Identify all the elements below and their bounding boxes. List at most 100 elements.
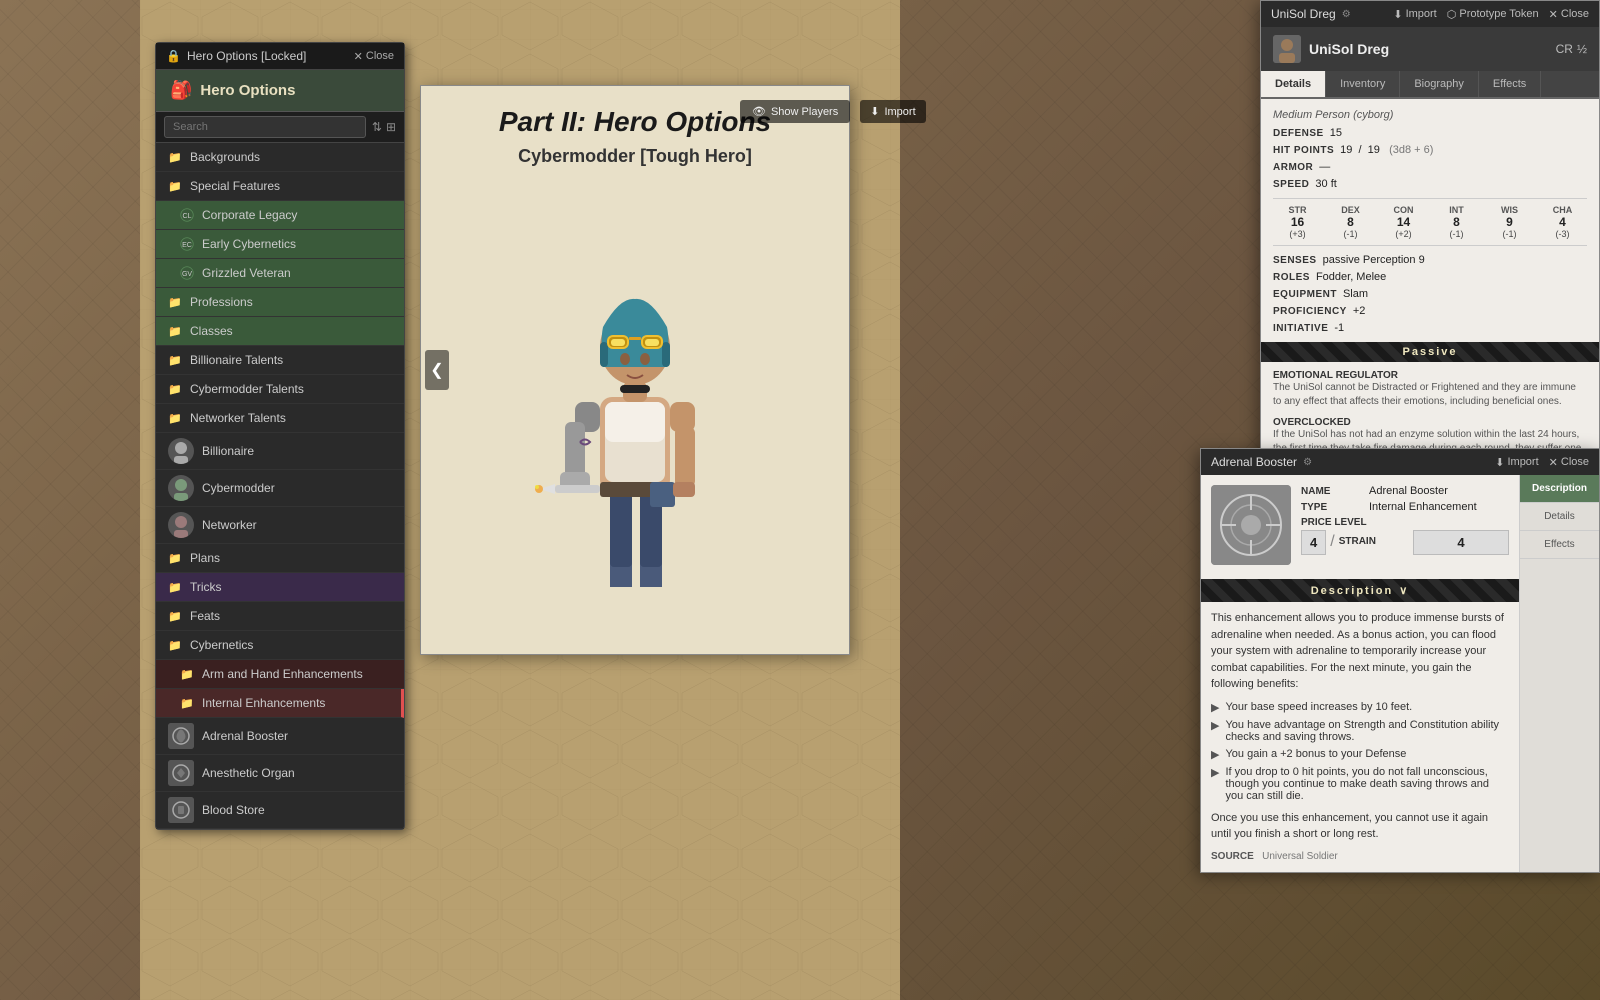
unisol-import-button[interactable]: ⬇ Import [1393, 8, 1436, 21]
trait-emotional-regulator: EMOTIONAL REGULATOR The UniSol cannot be… [1273, 370, 1587, 409]
backgrounds-label: Backgrounds [190, 150, 260, 164]
sidebar-item-networker-talents[interactable]: 📁 Networker Talents [156, 404, 404, 433]
unisol-title-left: UniSol Dreg ⚙ [1271, 7, 1351, 21]
sidebar-item-billionaire-talents[interactable]: 📁 Billionaire Talents [156, 346, 404, 375]
source-line: Source Universal Soldier [1211, 851, 1509, 862]
source-value: Universal Soldier [1262, 851, 1338, 862]
adrenal-fields: NAME Adrenal Booster TYPE Internal Enhan… [1301, 485, 1509, 573]
sidebar-item-early-cybernetics[interactable]: EC Early Cybernetics [156, 230, 404, 259]
hp-line: HIT POINTS 19 / 19 (3d8 + 6) [1273, 144, 1587, 156]
tab-biography[interactable]: Biography [1400, 71, 1479, 97]
adrenal-title-right: ⬇ Import ✕ Close [1495, 456, 1589, 469]
sidebar-item-cybermodder-talents[interactable]: 📁 Cybermodder Talents [156, 375, 404, 404]
professions-label: Professions [190, 295, 253, 309]
equipment-line: EQUIPMENT Slam [1273, 288, 1587, 300]
char-image [495, 187, 775, 587]
adrenal-booster-avatar [168, 723, 194, 749]
sidebar-item-backgrounds[interactable]: 📁 Backgrounds [156, 143, 404, 172]
sidebar-item-corporate-legacy[interactable]: CL Corporate Legacy [156, 201, 404, 230]
adrenal-tab-description[interactable]: Description [1520, 475, 1599, 503]
unisol-cr: CR ½ [1556, 42, 1587, 56]
sidebar-item-classes[interactable]: 📁 Classes [156, 317, 404, 346]
feats-label: Feats [190, 609, 220, 623]
tab-inventory[interactable]: Inventory [1326, 71, 1400, 97]
bullet-hitpoints-text: If you drop to 0 hit points, you do not … [1225, 766, 1509, 802]
avatar-icon: GV [180, 266, 194, 280]
adrenal-close-button[interactable]: ✕ Close [1549, 456, 1589, 469]
bullet-arrow-icon: ▶ [1211, 748, 1219, 761]
networker-avatar [168, 512, 194, 538]
folder-icon: 📁 [168, 580, 182, 594]
unisol-title-right: ⬇ Import ⬡ Prototype Token ✕ Close [1393, 8, 1589, 21]
adrenal-tab-details[interactable]: Details [1520, 503, 1599, 531]
sidebar-item-cybermodder[interactable]: Cybermodder [156, 470, 404, 507]
avatar-icon: CL [180, 208, 194, 222]
char-viewer: Part II: Hero Options Cybermodder [Tough… [420, 85, 850, 655]
adrenal-main: NAME Adrenal Booster TYPE Internal Enhan… [1201, 475, 1519, 872]
sidebar-item-arm-hand[interactable]: 📁 Arm and Hand Enhancements [156, 660, 404, 689]
price-level-value: 4 [1301, 530, 1326, 555]
defense-line: DEFENSE 15 [1273, 127, 1587, 139]
collapse-icon: ∨ [1399, 584, 1409, 597]
classes-label: Classes [190, 324, 233, 338]
sidebar-item-internal-enhancements[interactable]: 📁 Internal Enhancements [156, 689, 404, 718]
sidebar-item-billionaire[interactable]: Billionaire [156, 433, 404, 470]
tab-details[interactable]: Details [1261, 71, 1326, 97]
plans-label: Plans [190, 551, 220, 565]
strain-group: X 4 [1413, 517, 1509, 555]
billionaire-avatar [168, 438, 194, 464]
hero-options-close-button[interactable]: ✕ Close [354, 50, 394, 63]
senses-line: SENSES passive Perception 9 [1273, 254, 1587, 266]
adrenal-status-icon: ⚙ [1303, 457, 1312, 468]
hero-options-title: 🔒 Hero Options [Locked] [166, 49, 306, 63]
sidebar-item-special-features[interactable]: 📁 Special Features [156, 172, 404, 201]
char-viewer-prev-button[interactable]: ❮ [425, 350, 449, 390]
show-players-button[interactable]: 👁 Show Players [740, 100, 850, 123]
tricks-label: Tricks [190, 580, 222, 594]
desc-header: Description ∨ [1201, 579, 1519, 602]
billionaire-talents-label: Billionaire Talents [190, 353, 283, 367]
sidebar-item-cybernetics[interactable]: 📁 Cybernetics [156, 631, 404, 660]
char-viewer-subtitle: Cybermodder [Tough Hero] [441, 146, 829, 167]
adrenal-title-left: Adrenal Booster ⚙ [1211, 455, 1312, 469]
svg-text:GV: GV [182, 271, 192, 278]
cr-label: CR [1556, 42, 1573, 56]
sidebar-item-plans[interactable]: 📁 Plans [156, 544, 404, 573]
adrenal-import-button[interactable]: ⬇ Import [1495, 456, 1538, 469]
folder-icon: 📁 [168, 150, 182, 164]
import-icon: ⬇ [870, 105, 879, 118]
adrenal-booster-label: Adrenal Booster [202, 729, 288, 743]
hp-formula: (3d8 + 6) [1389, 144, 1433, 156]
tab-effects[interactable]: Effects [1479, 71, 1541, 97]
ability-str: STR 16 (+3) [1273, 205, 1322, 239]
unisol-prototype-token-button[interactable]: ⬡ Prototype Token [1447, 8, 1539, 21]
hp-max: 19 [1368, 144, 1380, 156]
bullet-advantage-text: You have advantage on Strength and Const… [1225, 719, 1509, 743]
ability-int: INT 8 (-1) [1432, 205, 1481, 239]
unisol-close-button[interactable]: ✕ Close [1549, 8, 1589, 21]
anesthetic-organ-avatar [168, 760, 194, 786]
sidebar-item-blood-store[interactable]: Blood Store [156, 792, 404, 829]
sidebar-item-adrenal-booster[interactable]: Adrenal Booster [156, 718, 404, 755]
bullet-advantage: ▶ You have advantage on Strength and Con… [1211, 719, 1509, 743]
sidebar-item-networker[interactable]: Networker [156, 507, 404, 544]
search-input[interactable] [164, 116, 366, 138]
desc-outro: Once you use this enhancement, you canno… [1211, 810, 1509, 843]
anesthetic-organ-label: Anesthetic Organ [202, 766, 295, 780]
import-button[interactable]: ⬇ Import [860, 100, 925, 123]
sidebar-item-grizzled-veteran[interactable]: GV Grizzled Veteran [156, 259, 404, 288]
sidebar-item-professions[interactable]: 📁 Professions [156, 288, 404, 317]
corporate-legacy-label: Corporate Legacy [202, 208, 297, 222]
sidebar-item-anesthetic-organ[interactable]: Anesthetic Organ [156, 755, 404, 792]
sidebar-item-feats[interactable]: 📁 Feats [156, 602, 404, 631]
type-field-row: TYPE Internal Enhancement [1301, 501, 1509, 513]
adrenal-tab-effects[interactable]: Effects [1520, 531, 1599, 559]
folder-icon: 📁 [168, 551, 182, 565]
adrenal-title-text: Adrenal Booster [1211, 455, 1297, 469]
bullet-arrow-icon: ▶ [1211, 719, 1219, 743]
grizzled-veteran-label: Grizzled Veteran [202, 266, 291, 280]
sidebar-item-tricks[interactable]: 📁 Tricks [156, 573, 404, 602]
initiative-line: INITIATIVE -1 [1273, 322, 1587, 334]
ability-con: CON 14 (+2) [1379, 205, 1428, 239]
hero-options-panel: 🔒 Hero Options [Locked] ✕ Close 🎒 Hero O… [155, 42, 405, 830]
